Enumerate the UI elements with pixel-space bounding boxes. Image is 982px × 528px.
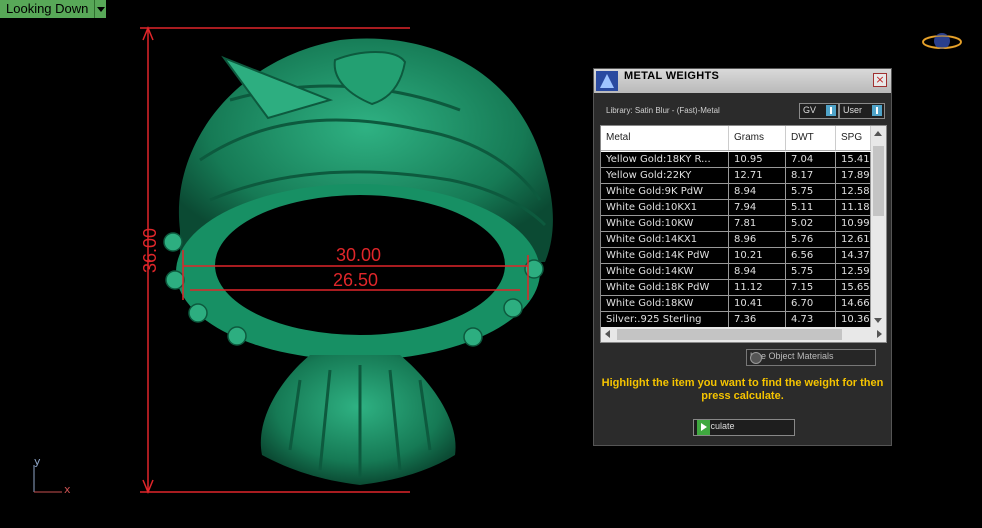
use-object-materials-label: Use Object Materials (750, 351, 834, 361)
use-object-materials-toggle[interactable]: Use Object Materials (746, 349, 876, 366)
cell-spg: 12.61 (836, 232, 871, 247)
metal-table[interactable]: Metal Grams DWT SPG Yellow Gold:18KY R..… (600, 125, 887, 343)
cell-spg: 17.89 (836, 168, 871, 183)
cell-dwt: 4.73 (786, 312, 836, 327)
table-row[interactable]: White Gold:10KW 7.81 5.02 10.99 (601, 216, 871, 232)
cell-metal: White Gold:14KW (601, 264, 729, 279)
cell-grams: 10.21 (729, 248, 786, 263)
cell-spg: 12.58 (836, 184, 871, 199)
view-label-text[interactable]: Looking Down (0, 0, 95, 18)
chevron-down-icon[interactable] (94, 0, 107, 18)
cell-spg: 15.41 (836, 152, 871, 167)
scroll-down-icon[interactable] (874, 318, 882, 323)
cell-grams: 8.96 (729, 232, 786, 247)
cell-grams: 7.94 (729, 200, 786, 215)
x-axis-label: x (64, 483, 71, 496)
column-header-dwt[interactable]: DWT (786, 126, 836, 150)
cell-metal: White Gold:18KW (601, 296, 729, 311)
cell-spg: 14.37 (836, 248, 871, 263)
scroll-thumb[interactable] (617, 329, 842, 340)
outer-width-dimension-label: 30.00 (336, 245, 382, 265)
cell-metal: Silver:.925 Sterling (601, 312, 729, 327)
cell-grams: 10.95 (729, 152, 786, 167)
scroll-left-icon[interactable] (605, 330, 610, 338)
cell-grams: 7.36 (729, 312, 786, 327)
cell-grams: 8.94 (729, 264, 786, 279)
scroll-right-icon[interactable] (877, 330, 882, 338)
table-row[interactable]: White Gold:18KW 10.41 6.70 14.66 (601, 296, 871, 312)
panel-titlebar[interactable]: METAL WEIGHTS × (594, 69, 891, 93)
instruction-text: Highlight the item you want to find the … (601, 377, 884, 402)
view-label-dropdown[interactable]: Looking Down (0, 0, 107, 18)
scroll-thumb[interactable] (873, 146, 884, 216)
app-icon (596, 71, 618, 91)
cell-metal: White Gold:14K PdW (601, 248, 729, 263)
scroll-up-icon[interactable] (874, 131, 882, 136)
radio-icon[interactable] (750, 352, 762, 364)
cell-metal: White Gold:10KX1 (601, 200, 729, 215)
library-label: Library: Satin Blur - (Fast)-Metal (606, 106, 720, 115)
cell-dwt: 5.75 (786, 264, 836, 279)
cell-spg: 10.99 (836, 216, 871, 231)
user-button-label: User (843, 105, 863, 115)
cell-spg: 15.65 (836, 280, 871, 295)
cell-metal: White Gold:14KX1 (601, 232, 729, 247)
table-row[interactable]: White Gold:14KX1 8.96 5.76 12.61 (601, 232, 871, 248)
cell-dwt: 5.76 (786, 232, 836, 247)
close-icon[interactable]: × (873, 73, 887, 87)
table-body: Yellow Gold:18KY R... 10.95 7.04 15.41 Yello… (601, 152, 871, 328)
height-dimension-label: 36.00 (140, 227, 161, 274)
play-icon (697, 420, 710, 435)
cell-metal: White Gold:10KW (601, 216, 729, 231)
cell-dwt: 6.70 (786, 296, 836, 311)
cell-dwt: 5.75 (786, 184, 836, 199)
info-icon (826, 105, 836, 116)
cell-metal: White Gold:18K PdW (601, 280, 729, 295)
table-row[interactable]: White Gold:10KX1 7.94 5.11 11.18 (601, 200, 871, 216)
cell-spg: 14.66 (836, 296, 871, 311)
table-row[interactable]: White Gold:14K PdW 10.21 6.56 14.37 (601, 248, 871, 264)
table-header: Metal Grams DWT SPG (601, 126, 871, 151)
panel-title: METAL WEIGHTS (624, 70, 720, 82)
user-button[interactable]: User (839, 103, 885, 119)
cell-grams: 7.81 (729, 216, 786, 231)
table-row[interactable]: Yellow Gold:22KY 12.71 8.17 17.89 (601, 168, 871, 184)
vertical-scrollbar[interactable] (871, 126, 886, 328)
cell-dwt: 7.15 (786, 280, 836, 295)
cell-grams: 11.12 (729, 280, 786, 295)
table-row[interactable]: Yellow Gold:18KY R... 10.95 7.04 15.41 (601, 152, 871, 168)
cell-metal: White Gold:9K PdW (601, 184, 729, 199)
cell-dwt: 7.04 (786, 152, 836, 167)
gv-button[interactable]: GV (799, 103, 839, 119)
column-header-metal[interactable]: Metal (601, 126, 729, 150)
cell-metal: Yellow Gold:22KY (601, 168, 729, 183)
table-row[interactable]: White Gold:9K PdW 8.94 5.75 12.58 (601, 184, 871, 200)
logo-icon (922, 33, 962, 49)
cell-dwt: 8.17 (786, 168, 836, 183)
calculate-button[interactable]: Calculate (693, 419, 795, 436)
column-header-spg[interactable]: SPG (836, 126, 871, 150)
cell-metal: Yellow Gold:18KY R... (601, 152, 729, 167)
inner-width-dimension-label: 26.50 (333, 270, 379, 290)
table-row[interactable]: White Gold:14KW 8.94 5.75 12.59 (601, 264, 871, 280)
table-row[interactable]: Silver:.925 Sterling 7.36 4.73 10.36 (601, 312, 871, 328)
cell-spg: 10.36 (836, 312, 871, 327)
cell-grams: 8.94 (729, 184, 786, 199)
y-axis-label: y (34, 455, 41, 468)
gv-button-label: GV (803, 105, 817, 115)
cell-dwt: 6.56 (786, 248, 836, 263)
cell-spg: 11.18 (836, 200, 871, 215)
cell-spg: 12.59 (836, 264, 871, 279)
metal-weights-panel: METAL WEIGHTS × Library: Satin Blur - (F… (593, 68, 892, 446)
cell-grams: 10.41 (729, 296, 786, 311)
cell-dwt: 5.02 (786, 216, 836, 231)
cell-dwt: 5.11 (786, 200, 836, 215)
axis-indicator: y x (30, 455, 80, 500)
column-header-grams[interactable]: Grams (729, 126, 786, 150)
cell-grams: 12.71 (729, 168, 786, 183)
info-icon (872, 105, 882, 116)
table-row[interactable]: White Gold:18K PdW 11.12 7.15 15.65 (601, 280, 871, 296)
horizontal-scrollbar[interactable] (601, 327, 886, 342)
